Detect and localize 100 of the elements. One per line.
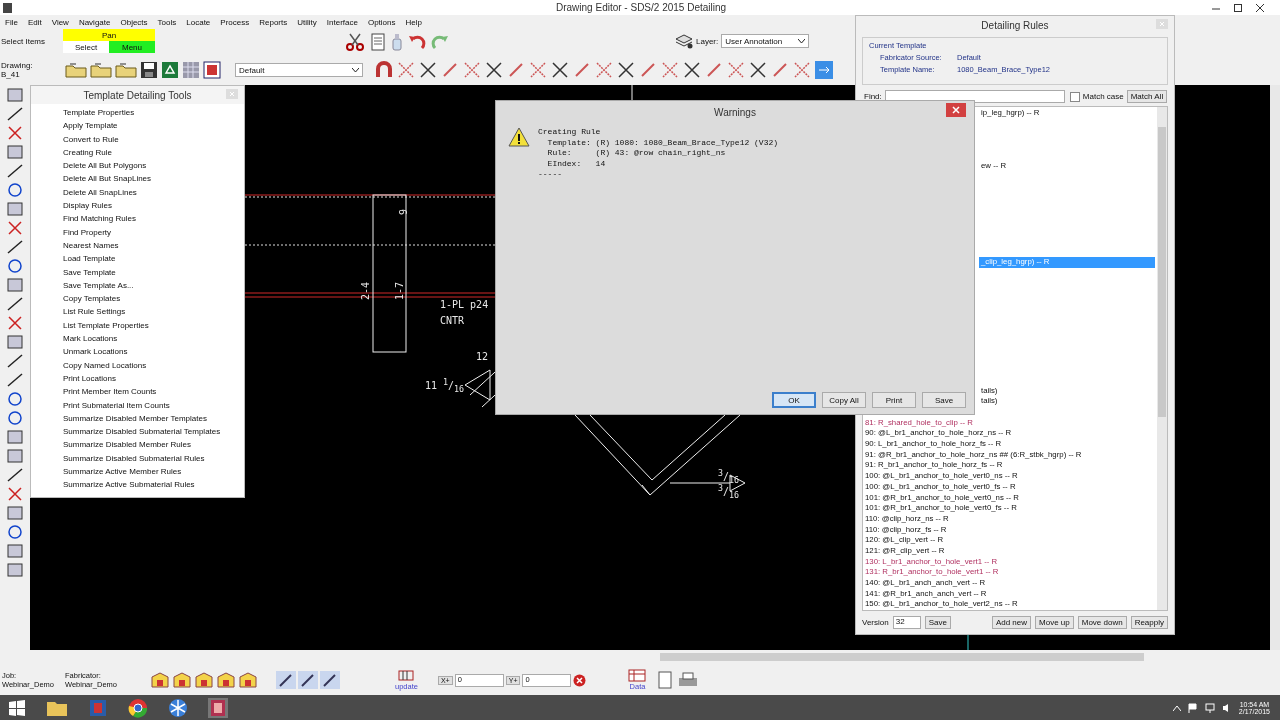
rules-button[interactable]: Add new [991,616,1032,630]
menu-item[interactable]: Interface [321,17,363,27]
dialog-button[interactable]: Print [872,392,916,408]
menu-item[interactable]: Reports [254,17,293,27]
menu-item[interactable]: Utility [292,17,322,27]
frame-icon[interactable] [203,61,221,79]
circle-tool-icon[interactable] [6,391,24,407]
line-tool-icon[interactable] [6,372,24,388]
cross-tool-icon[interactable] [6,315,24,331]
cross-tool-icon[interactable] [6,125,24,141]
pencil-icon[interactable] [298,671,318,689]
menu-item[interactable]: Help [400,17,427,27]
tool-menu-item[interactable]: Print Submaterial Item Counts [63,398,244,412]
snap-icon[interactable] [551,61,569,79]
circle-tool-icon[interactable] [6,524,24,540]
box-tool-icon[interactable] [6,448,24,464]
browser-icon[interactable] [128,697,148,718]
tool-menu-item[interactable]: Summarize Disabled Member Templates [63,411,244,426]
beam-icon[interactable] [216,671,236,689]
box-tool-icon[interactable] [6,543,24,559]
tool-menu-item[interactable]: Delete All But SnapLines [63,172,244,186]
box-tool-icon[interactable] [6,144,24,160]
menu-item[interactable]: Locate [181,17,216,27]
scrollbar-thumb[interactable] [1158,126,1166,417]
menu-item[interactable]: Tools [152,17,182,27]
tool-menu-item[interactable]: Summarize Disabled Submaterial Templates [63,425,244,439]
version-field[interactable]: 32 [892,616,921,630]
line-tool-icon[interactable] [6,353,24,369]
scrollbar-thumb[interactable] [660,653,1144,661]
ruler-icon[interactable] [397,669,416,682]
tool-menu-item[interactable]: List Template Properties [63,318,244,333]
view-dropdown[interactable]: Default [235,63,363,77]
tool-menu-item[interactable]: Summarize Disabled Member Rules [63,438,244,452]
tool-menu-item[interactable]: Find Property [63,225,244,239]
tool-menu-item[interactable]: Summarize Active Member Rules [63,465,244,479]
tool-menu-item[interactable]: Creating Rule [63,145,244,160]
clear-icon[interactable] [573,673,587,687]
recycle-icon[interactable] [161,61,179,79]
beam-icon[interactable] [238,671,258,689]
document-icon[interactable] [370,33,386,51]
menu-item[interactable]: Options [362,17,401,27]
tool-menu-item[interactable]: Nearest Names [63,238,244,253]
match-all-button[interactable]: Match All [1126,90,1168,104]
snap-icon[interactable] [617,61,635,79]
circle-tool-icon[interactable] [6,410,24,426]
line-tool-icon[interactable] [6,239,24,255]
tool-menu-item[interactable]: Delete All But Polygons [63,159,244,173]
mode-button[interactable]: Pan [63,29,155,41]
pencil-icon[interactable] [276,671,296,689]
printer-icon[interactable] [678,672,699,688]
box-tool-icon[interactable] [6,277,24,293]
windows-logo-icon[interactable] [8,698,26,717]
grid-icon[interactable] [182,61,200,79]
tool-menu-item[interactable]: Convert to Rule [63,132,244,146]
dialog-button[interactable]: Copy All [822,392,866,408]
tool-menu-item[interactable]: Summarize Active Submaterial Rules [63,478,244,492]
box-tool-icon[interactable] [6,334,24,350]
beam-icon[interactable] [150,671,170,689]
snowflake-icon[interactable] [168,697,188,718]
cross-tool-icon[interactable] [6,486,24,502]
cross-tool-icon[interactable] [6,220,24,236]
magnet-icon[interactable] [375,61,393,79]
tool-menu-item[interactable]: Template Properties [63,106,244,120]
flag-icon[interactable] [1187,702,1198,713]
dialog-button[interactable]: Save [922,392,966,408]
mode-button[interactable]: Menu [109,41,155,53]
tool-menu-item[interactable]: Print Locations [63,371,244,386]
rules-button[interactable]: Save [924,616,951,630]
line-tool-icon[interactable] [6,467,24,483]
snap-icon[interactable] [419,61,437,79]
snap-icon[interactable] [485,61,503,79]
layer-dropdown[interactable]: User Annotation [721,34,810,48]
scissors-icon[interactable] [345,32,365,52]
menu-item[interactable]: Navigate [73,17,116,27]
rules-button[interactable]: Move down [1077,616,1127,630]
snap-icon[interactable] [683,61,701,79]
tool-menu-item[interactable]: Print Member Item Counts [63,385,244,399]
rules-button[interactable]: Move up [1035,616,1074,630]
box-tool-icon[interactable] [6,429,24,445]
folder-icon[interactable] [65,62,87,78]
tool-menu-item[interactable]: Copy Named Locations [63,358,244,372]
tool-menu-item[interactable]: Mark Locations [63,332,244,346]
maximize-icon[interactable] [1233,2,1243,13]
snap-icon[interactable] [749,61,767,79]
circle-tool-icon[interactable] [6,258,24,274]
menu-item[interactable]: Objects [115,17,153,27]
line-tool-icon[interactable] [6,296,24,312]
save-icon[interactable] [140,61,158,79]
table-icon[interactable] [628,669,647,682]
dialog-button[interactable]: OK [772,392,816,408]
vertical-scrollbar[interactable] [1157,106,1167,611]
box-tool-icon[interactable] [6,87,24,103]
pencil-icon[interactable] [320,671,340,689]
tool-menu-item[interactable]: Summarize Disabled Submaterial Rules [63,451,244,465]
tool-menu-item[interactable]: Load Template [63,252,244,266]
tool-menu-item[interactable]: Unmark Locations [63,345,244,359]
mode-button[interactable]: Select [63,41,109,53]
line-tool-icon[interactable] [6,106,24,122]
vertical-scrollbar[interactable] [1270,85,1280,650]
beam-icon[interactable] [194,671,214,689]
